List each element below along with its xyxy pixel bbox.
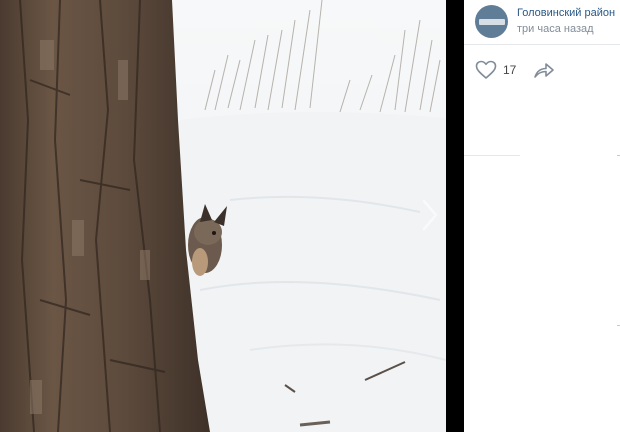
chevron-right-icon [422, 199, 438, 231]
post-time[interactable]: три часа назад [517, 23, 594, 35]
viewer-divider [446, 0, 464, 432]
post-photo[interactable] [0, 0, 446, 432]
share-button[interactable] [532, 58, 556, 82]
like-count: 17 [503, 63, 517, 77]
heart-outline-icon [475, 60, 497, 79]
next-photo-button[interactable] [420, 198, 440, 232]
like-button[interactable]: 17 [475, 58, 516, 82]
post-actions: 17 [464, 56, 620, 84]
post-sidebar: Головинский район три часа назад 17 [464, 0, 620, 432]
divider [464, 44, 620, 45]
author-link[interactable]: Головинский район [517, 7, 615, 19]
post-header: Головинский район три часа назад [464, 0, 620, 44]
share-arrow-icon [534, 63, 554, 78]
avatar[interactable] [475, 5, 508, 38]
divider [464, 155, 520, 156]
